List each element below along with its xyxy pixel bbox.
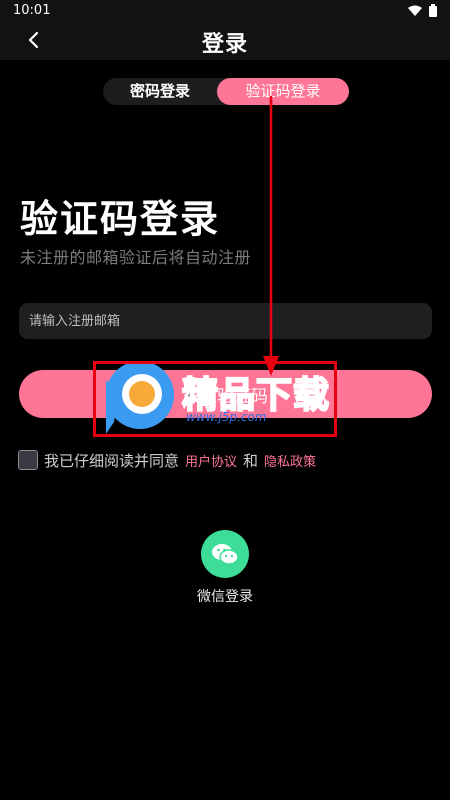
tab-password-login[interactable]: 密码登录 xyxy=(103,78,217,105)
subtitle: 未注册的邮箱验证后将自动注册 xyxy=(20,248,252,267)
wifi-icon xyxy=(408,5,422,16)
tab-code-login[interactable]: 验证码登录 xyxy=(217,78,349,105)
terms-link[interactable]: 用户协议 xyxy=(185,451,237,470)
wechat-login-label: 微信登录 xyxy=(197,589,253,605)
agreement-text: 我已仔细阅读并同意 xyxy=(44,451,180,470)
status-bar: 10:01 xyxy=(0,0,450,20)
battery-icon xyxy=(429,3,437,17)
login-mode-tabs: 密码登录 验证码登录 xyxy=(103,78,349,105)
privacy-link[interactable]: 隐私政策 xyxy=(264,451,316,470)
app-header: 登录 xyxy=(0,20,450,60)
agreement-checkbox[interactable] xyxy=(18,450,38,470)
email-input[interactable] xyxy=(19,303,432,339)
page-title: 登录 xyxy=(201,32,248,57)
status-icons xyxy=(408,3,437,17)
agreement-row: 我已仔细阅读并同意 用户协议 和 隐私政策 xyxy=(18,449,316,471)
annotation-highlight-box xyxy=(93,361,337,437)
main-title: 验证码登录 xyxy=(20,197,221,241)
status-time: 10:01 xyxy=(13,2,51,18)
wechat-icon xyxy=(212,544,239,565)
wechat-login-button[interactable] xyxy=(201,530,249,578)
agreement-and: 和 xyxy=(243,451,259,470)
